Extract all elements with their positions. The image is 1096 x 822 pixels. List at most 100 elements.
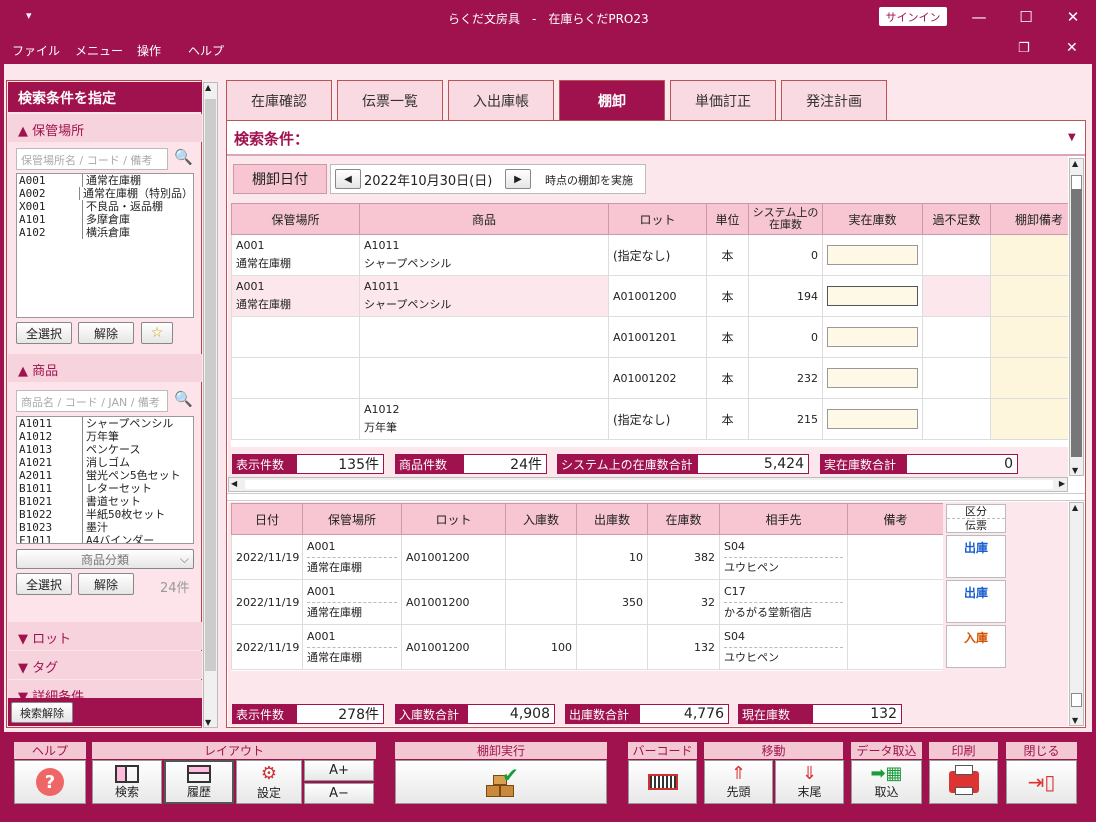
- list-item[interactable]: F1011 A4バインダー: [17, 534, 193, 543]
- search-reset-button[interactable]: 検索解除: [11, 702, 73, 723]
- system-menu-icon[interactable]: ▾: [26, 9, 32, 22]
- table-row[interactable]: 2022/11/19 A001 通常在庫棚 A01001200 10 382 S0…: [231, 534, 943, 580]
- table-row[interactable]: 2022/11/19 A001 通常在庫棚 A01001200 100 132 S…: [231, 624, 943, 670]
- menu-help[interactable]: ヘルプ: [188, 42, 224, 59]
- tab-stock[interactable]: 在庫確認: [226, 80, 332, 120]
- product-search-input[interactable]: 商品名 / コード / JAN / 備考: [16, 390, 168, 412]
- settings-button[interactable]: ⚙ 設定: [236, 760, 302, 804]
- col-remark[interactable]: 備考: [847, 503, 943, 535]
- col-date[interactable]: 日付: [231, 503, 303, 535]
- product-select-all-button[interactable]: 全選択: [16, 573, 72, 595]
- upper-vscroll[interactable]: ▲ ▼: [1069, 158, 1084, 476]
- tag-section-header[interactable]: ▼ タグ: [8, 651, 202, 679]
- list-item[interactable]: X001 不良品・返品棚: [17, 200, 193, 213]
- col-location[interactable]: 保管場所: [231, 203, 360, 235]
- list-item[interactable]: A002 通常在庫棚（特別品）: [17, 187, 193, 200]
- menu-menu[interactable]: メニュー: [75, 42, 123, 59]
- actual-stock-input[interactable]: [827, 327, 918, 347]
- list-item[interactable]: B1022 半紙50枚セット: [17, 508, 193, 521]
- col-product[interactable]: 商品: [359, 203, 609, 235]
- col-out[interactable]: 出庫数: [576, 503, 648, 535]
- list-item[interactable]: A001 通常在庫棚: [17, 174, 193, 187]
- date-value[interactable]: 2022年10月30日(日): [364, 170, 492, 189]
- detail-section-header[interactable]: ▼ 詳細条件: [8, 680, 202, 698]
- list-item[interactable]: B1011 レターセット: [17, 482, 193, 495]
- layout-search-button[interactable]: 検索: [92, 760, 162, 804]
- product-section-header[interactable]: ▲ 商品: [8, 354, 202, 382]
- tab-price[interactable]: 単価訂正: [670, 80, 776, 120]
- import-button[interactable]: ➡▦ 取込: [851, 760, 922, 804]
- collapse-arrow-icon[interactable]: ▼: [1068, 132, 1076, 143]
- menu-operation[interactable]: 操作: [137, 42, 161, 59]
- location-clear-button[interactable]: 解除: [78, 322, 134, 344]
- col-partner[interactable]: 相手先: [719, 503, 848, 535]
- list-item[interactable]: A101 多摩倉庫: [17, 213, 193, 226]
- upper-hscroll[interactable]: ◀ ▶: [228, 477, 1068, 492]
- table-row[interactable]: A01001202 本 232: [231, 357, 1068, 399]
- tab-inout[interactable]: 入出庫帳: [448, 80, 554, 120]
- splitter[interactable]: [227, 493, 1085, 501]
- search-icon[interactable]: 🔍: [174, 390, 193, 408]
- kind-cell[interactable]: 出庫: [946, 580, 1006, 623]
- barcode-button[interactable]: [628, 760, 697, 804]
- table-row[interactable]: A001 通常在庫棚 A1011 シャープペンシル (指定なし) 本 0: [231, 234, 1068, 276]
- lower-vscroll[interactable]: ▲ ▼: [1069, 502, 1084, 726]
- favorite-star-icon[interactable]: ☆: [141, 322, 173, 344]
- location-search-input[interactable]: 保管場所名 / コード / 備考: [16, 148, 168, 170]
- left-scrollbar[interactable]: ▲ ▼: [203, 82, 218, 728]
- actual-stock-input[interactable]: [827, 409, 918, 429]
- move-last-button[interactable]: ⇓ 末尾: [775, 760, 844, 804]
- table-row[interactable]: 2022/11/19 A001 通常在庫棚 A01001200 350 32 C1…: [231, 579, 943, 625]
- lot-section-header[interactable]: ▼ ロット: [8, 622, 202, 650]
- list-item[interactable]: B1021 書道セット: [17, 495, 193, 508]
- font-up-button[interactable]: A+: [304, 760, 374, 781]
- list-item[interactable]: A1011 シャープペンシル: [17, 417, 193, 430]
- col-lot[interactable]: ロット: [608, 203, 707, 235]
- execute-inventory-button[interactable]: ✔: [395, 760, 607, 804]
- font-down-button[interactable]: A−: [304, 783, 374, 804]
- help-button[interactable]: ?: [14, 760, 86, 804]
- list-item[interactable]: A1021 消しゴム: [17, 456, 193, 469]
- print-button[interactable]: [929, 760, 998, 804]
- col-actual-stock[interactable]: 実在庫数: [822, 203, 923, 235]
- product-category-select[interactable]: 商品分類 ⌵: [16, 549, 194, 569]
- maximize-icon[interactable]: ☐: [1003, 0, 1049, 34]
- menu-file[interactable]: ファイル: [12, 42, 60, 59]
- list-item[interactable]: A1012 万年筆: [17, 430, 193, 443]
- kind-cell[interactable]: 出庫: [946, 535, 1006, 578]
- col-system-stock[interactable]: システム上の在庫数: [748, 203, 823, 235]
- move-first-button[interactable]: ⇑ 先頭: [704, 760, 773, 804]
- location-section-header[interactable]: ▲ 保管場所: [8, 114, 202, 142]
- layout-history-button[interactable]: 履歴: [164, 760, 234, 804]
- restore-icon[interactable]: ❐: [1018, 41, 1030, 56]
- list-item[interactable]: A2011 蛍光ペン5色セット: [17, 469, 193, 482]
- minimize-icon[interactable]: —: [956, 0, 1002, 34]
- product-list[interactable]: A1011 シャープペンシル A1012 万年筆 A1013 ペンケース A1021 消…: [16, 416, 194, 544]
- table-row[interactable]: A01001201 本 0: [231, 316, 1068, 358]
- actual-stock-input[interactable]: [827, 245, 918, 265]
- col-stock[interactable]: 在庫数: [647, 503, 720, 535]
- location-select-all-button[interactable]: 全選択: [16, 322, 72, 344]
- close-icon[interactable]: ✕: [1050, 0, 1096, 34]
- list-item[interactable]: A1013 ペンケース: [17, 443, 193, 456]
- close-button[interactable]: ⇥▯: [1006, 760, 1077, 804]
- list-item[interactable]: B1023 墨汁: [17, 521, 193, 534]
- table-row[interactable]: A001 通常在庫棚 A1011 シャープペンシル A01001200 本 194: [231, 275, 1068, 317]
- tab-slips[interactable]: 伝票一覧: [337, 80, 443, 120]
- product-clear-button[interactable]: 解除: [78, 573, 134, 595]
- close-doc-icon[interactable]: ✕: [1066, 40, 1078, 56]
- actual-stock-input[interactable]: [827, 286, 918, 306]
- tab-order[interactable]: 発注計画: [781, 80, 887, 120]
- col-note[interactable]: 棚卸備考: [990, 203, 1068, 235]
- col-unit[interactable]: 単位: [706, 203, 749, 235]
- location-list[interactable]: A001 通常在庫棚 A002 通常在庫棚（特別品） X001 不良品・返品棚 A10…: [16, 173, 194, 318]
- tab-inventory[interactable]: 棚卸: [559, 80, 665, 120]
- list-item[interactable]: A102 横浜倉庫: [17, 226, 193, 239]
- kind-cell[interactable]: 入庫: [946, 625, 1006, 668]
- search-icon[interactable]: 🔍: [174, 148, 193, 166]
- col-location[interactable]: 保管場所: [302, 503, 402, 535]
- table-row[interactable]: A1012 万年筆 (指定なし) 本 215: [231, 398, 1068, 440]
- col-in[interactable]: 入庫数: [505, 503, 577, 535]
- actual-stock-input[interactable]: [827, 368, 918, 388]
- col-diff[interactable]: 過不足数: [922, 203, 991, 235]
